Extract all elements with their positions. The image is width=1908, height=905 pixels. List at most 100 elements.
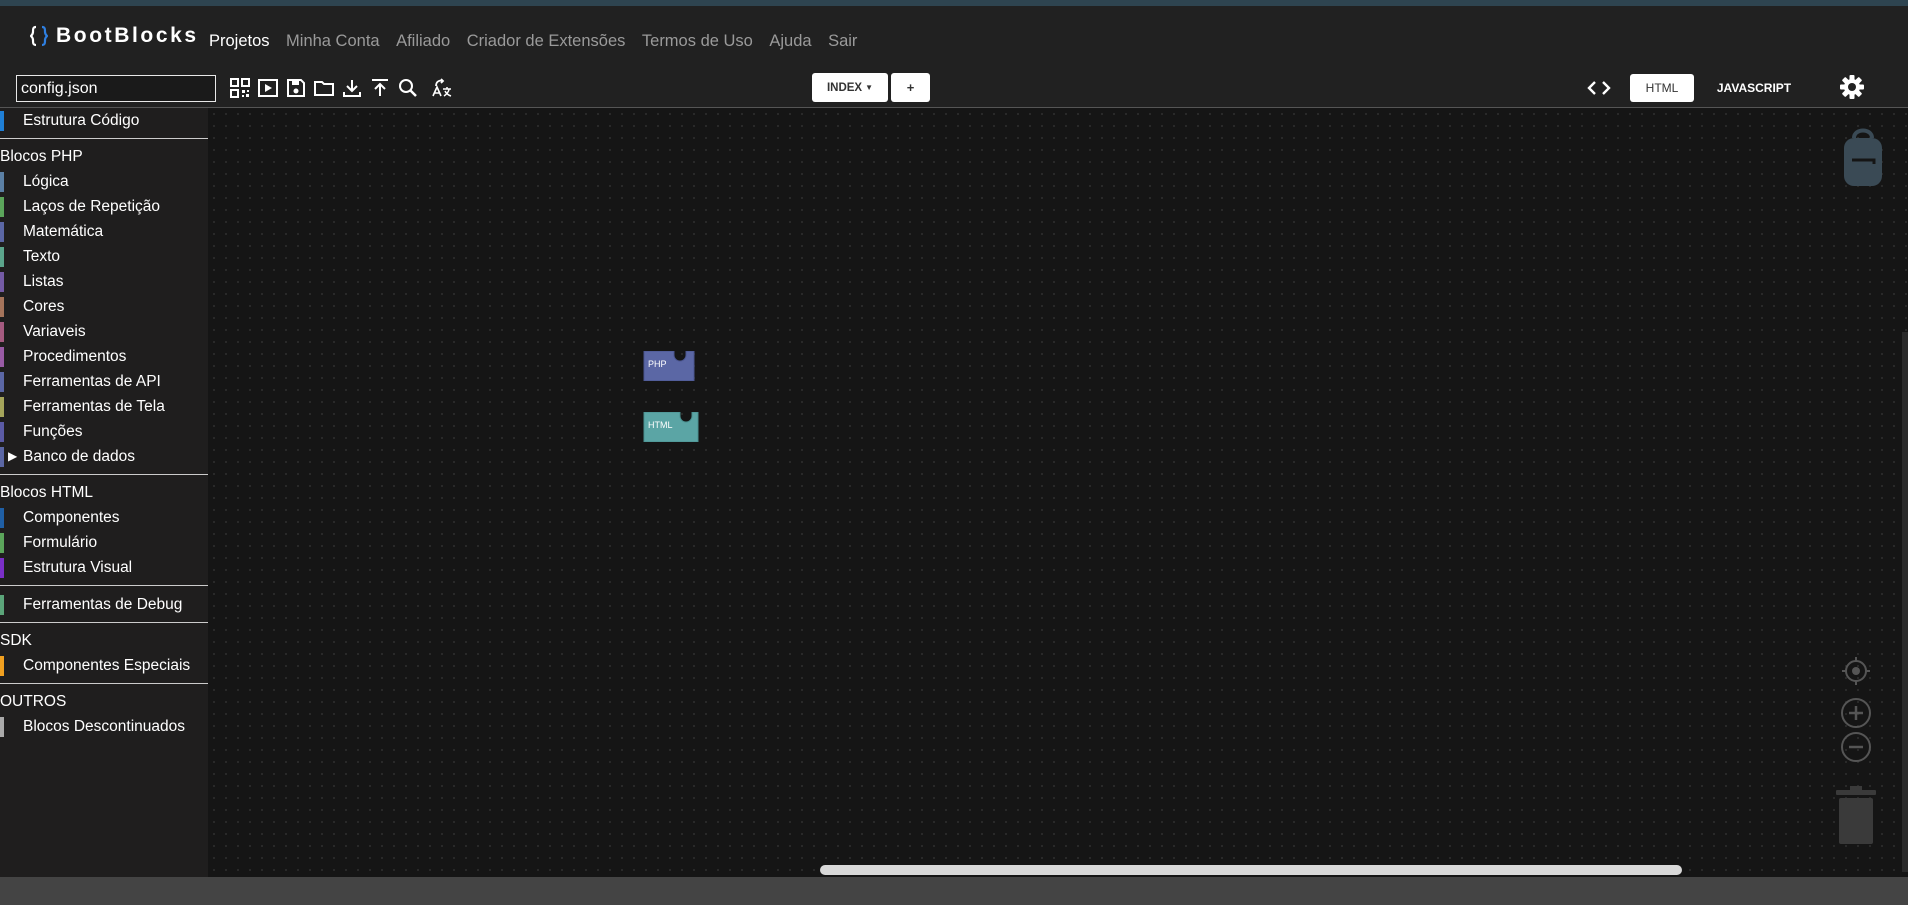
nav-link-termos-de-uso[interactable]: Termos de Uso [642, 32, 753, 51]
category-label: Funções [23, 423, 83, 440]
category-label: Ferramentas de Debug [23, 596, 183, 613]
add-page-button[interactable]: + [891, 73, 930, 102]
page-select-label: INDEX [826, 81, 863, 94]
blockly-workspace[interactable]: PHP HTML [208, 108, 1908, 877]
upload-icon[interactable] [366, 75, 394, 101]
category-ferramentas-de-tela[interactable]: Ferramentas de Tela [0, 394, 208, 419]
horizontal-scrollbar[interactable] [820, 865, 1682, 875]
category-label: Lógica [23, 173, 69, 190]
separator [0, 474, 208, 475]
save-icon[interactable] [282, 75, 310, 101]
category-color-bar [0, 508, 4, 528]
category-color-bar [0, 272, 4, 292]
brand[interactable]: BootBlocks [30, 24, 199, 48]
category-ferramentas-de-debug[interactable]: Ferramentas de Debug [0, 592, 208, 617]
group-title-blocos-html: Blocos HTML [0, 484, 94, 501]
separator [0, 138, 208, 139]
category-variaveis[interactable]: Variaveis [0, 319, 208, 344]
nav-links: Projetos Minha Conta Afiliado Criador de Ex… [209, 32, 874, 51]
category-color-bar [0, 717, 4, 737]
play-icon[interactable] [254, 75, 282, 101]
bottom-strip [0, 877, 1908, 905]
nav-link-criador-de-extens-es[interactable]: Criador de Extensões [467, 32, 626, 51]
category-label: Procedimentos [23, 348, 127, 365]
nav-link-projetos[interactable]: Projetos [209, 32, 270, 51]
category-logica[interactable]: Lógica [0, 169, 208, 194]
html-block-label: HTML [648, 420, 673, 430]
category-color-bar [0, 595, 4, 615]
category-label: Estrutura Código [23, 112, 140, 129]
category-color-bar [0, 656, 4, 676]
block-category-sidebar: Estrutura Código Blocos PHP Lógica Laços de… [0, 108, 208, 877]
category-label: Cores [23, 298, 65, 315]
category-cores[interactable]: Cores [0, 294, 208, 319]
category-color-bar [0, 447, 4, 467]
category-texto[interactable]: Texto [0, 244, 208, 269]
php-root-block[interactable]: PHP [642, 350, 696, 386]
braces-logo-icon [30, 25, 48, 47]
category-color-bar [0, 397, 4, 417]
category-componentes-especiais[interactable]: Componentes Especiais [0, 653, 208, 678]
tab-html[interactable]: HTML [1630, 74, 1694, 102]
category-color-bar [0, 297, 4, 317]
category-componentes[interactable]: Componentes [0, 505, 208, 530]
translate-icon[interactable] [428, 75, 456, 101]
nav-link-minha-conta[interactable]: Minha Conta [286, 32, 380, 51]
gear-icon[interactable] [1838, 73, 1866, 101]
category-procedimentos[interactable]: Procedimentos [0, 344, 208, 369]
zoom-in-icon[interactable] [1840, 697, 1872, 729]
trash-icon[interactable] [1834, 786, 1878, 846]
category-color-bar [0, 422, 4, 442]
folder-icon[interactable] [310, 75, 338, 101]
category-color-bar [0, 372, 4, 392]
code-icon[interactable] [1585, 77, 1613, 99]
zoom-out-icon[interactable] [1840, 731, 1872, 763]
category-ferramentas-de-api[interactable]: Ferramentas de API [0, 369, 208, 394]
category-banco-de-dados[interactable]: ▶ Banco de dados [0, 444, 208, 469]
file-name-input[interactable] [16, 75, 216, 102]
category-color-bar [0, 222, 4, 242]
group-title-outros: OUTROS [0, 693, 67, 710]
separator [0, 585, 208, 586]
download-icon[interactable] [338, 75, 366, 101]
category-matematica[interactable]: Matemática [0, 219, 208, 244]
tool-icons [226, 75, 456, 101]
category-color-bar [0, 558, 4, 578]
nav-link-afiliado[interactable]: Afiliado [396, 32, 450, 51]
category-color-bar [0, 247, 4, 267]
group-title-sdk: SDK [0, 632, 32, 649]
category-blocos-descontinuados[interactable]: Blocos Descontinuados [0, 714, 208, 739]
category-color-bar [0, 347, 4, 367]
qrcode-icon[interactable] [226, 75, 254, 101]
category-estrutura-visual[interactable]: Estrutura Visual [0, 555, 208, 580]
category-formulario[interactable]: Formulário [0, 530, 208, 555]
nav-link-ajuda[interactable]: Ajuda [769, 32, 811, 51]
category-color-bar [0, 111, 4, 131]
category-label: Variaveis [23, 323, 86, 340]
group-title-blocos-php: Blocos PHP [0, 148, 83, 165]
category-label: Ferramentas de Tela [23, 398, 165, 415]
expand-arrow-icon[interactable]: ▶ [8, 444, 17, 469]
category-color-bar [0, 172, 4, 192]
search-icon[interactable] [394, 75, 422, 101]
category-funcoes[interactable]: Funções [0, 419, 208, 444]
brand-name: BootBlocks [56, 24, 199, 47]
category-label: Componentes Especiais [23, 657, 191, 674]
category-color-bar [0, 322, 4, 342]
tab-javascript[interactable]: JAVASCRIPT [1702, 74, 1806, 102]
vertical-scrollbar[interactable] [1902, 332, 1908, 872]
page-select-dropdown[interactable]: INDEX ▼ [812, 73, 888, 102]
recenter-icon[interactable] [1840, 655, 1872, 687]
php-block-label: PHP [648, 359, 667, 369]
category-label: Componentes [23, 509, 120, 526]
nav-link-sair[interactable]: Sair [828, 32, 857, 51]
separator [0, 622, 208, 623]
html-root-block[interactable]: HTML [642, 411, 700, 447]
category-label: Blocos Descontinuados [23, 718, 185, 735]
category-listas[interactable]: Listas [0, 269, 208, 294]
backpack-icon[interactable] [1840, 126, 1886, 188]
category-lacos-de-repeticao[interactable]: Laços de Repetição [0, 194, 208, 219]
category-label: Estrutura Visual [23, 559, 133, 576]
category-estrutura-codigo[interactable]: Estrutura Código [0, 108, 208, 133]
category-color-bar [0, 197, 4, 217]
